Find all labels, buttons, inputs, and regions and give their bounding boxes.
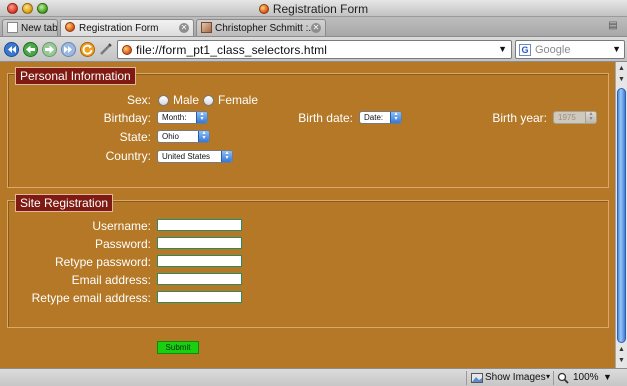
sex-radio-male[interactable] [158,95,169,106]
google-engine-icon[interactable]: G [519,44,531,56]
navigation-toolbar: file://form_pt1_class_selectors.html ▼ G… [0,37,627,62]
window-title: Registration Form [272,2,369,16]
window-titlebar: Registration Form [0,0,627,17]
tab-label: New tab [21,23,58,34]
email-input[interactable] [157,273,242,285]
scroll-up-arrow-icon[interactable]: ▲ [616,344,627,355]
country-select[interactable]: United States ▴ ▾ [157,150,233,163]
scroll-down-arrow-icon[interactable]: ▼ [616,74,627,85]
tab-bar: New tab Registration Form ✕ Christopher … [0,17,627,37]
retype-password-label: Retype password: [54,255,151,269]
password-input[interactable] [157,237,242,249]
show-images-toggle[interactable]: Show Images [485,372,546,383]
rewind-icon [3,41,19,57]
tab-label: Registration Form [79,23,159,34]
photo-icon [201,22,212,33]
stop-button[interactable] [98,41,114,57]
scroll-up-arrow-icon[interactable]: ▲ [616,63,627,74]
forward-arrow-icon [41,41,57,57]
birthday-month-select[interactable]: Month: ▴ ▾ [157,111,208,124]
state-select[interactable]: Ohio ▴ ▾ [157,130,210,143]
history-dropdown-icon[interactable]: ▼ [498,44,507,54]
firefox-icon [65,22,75,32]
birth-year-select[interactable]: 1975 ▴ ▾ [553,111,597,124]
scrollbar-thumb[interactable] [617,88,626,343]
status-divider [466,371,467,385]
zoom-magnifier-icon [557,372,569,384]
submit-button[interactable]: Submit [157,341,199,354]
scroll-down-arrow-icon[interactable]: ▼ [616,355,627,366]
search-bar[interactable]: G Google ▼ [515,40,625,59]
last-page-button[interactable] [60,41,76,57]
status-divider [553,371,554,385]
sex-label: Sex: [126,93,151,107]
page-content: Personal Information Sex: Male Female Bi… [0,62,615,368]
window-title-area: Registration Form [0,2,627,16]
status-bar: Show Images ▾ 100% ▼ [0,368,627,386]
sex-option-female: Female [218,93,259,107]
show-images-dropdown-icon[interactable]: ▾ [546,372,550,381]
zoom-dropdown-icon[interactable]: ▼ [603,372,612,382]
first-page-button[interactable] [3,41,19,57]
tab-christopher-schmitt[interactable]: Christopher Schmitt :... ✕ [196,19,326,36]
birth-year-value: 1975 [558,113,576,122]
username-label: Username: [92,219,151,233]
sex-radio-female[interactable] [203,95,214,106]
select-arrows-icon: ▴ ▾ [198,131,209,142]
select-arrows-icon: ▴ ▾ [196,112,207,123]
state-value: Ohio [162,132,179,141]
personal-information-legend: Personal Information [15,67,136,85]
reload-icon [79,41,95,57]
country-label: Country: [105,149,151,163]
vertical-scrollbar[interactable]: ▲ ▼ ▲ ▼ [615,62,627,368]
birth-date-label: Birth date: [298,111,353,125]
back-button[interactable] [22,41,38,57]
retype-password-input[interactable] [157,255,242,267]
password-label: Password: [94,237,151,251]
tab-label: Christopher Schmitt :... [215,23,317,34]
page-icon [7,22,18,33]
birthday-month-value: Month: [162,113,187,122]
search-dropdown-icon[interactable]: ▼ [612,44,621,54]
select-arrows-icon: ▴ ▾ [390,112,401,123]
username-input[interactable] [157,219,242,231]
image-icon [471,373,483,383]
state-label: State: [119,130,151,144]
address-bar[interactable]: file://form_pt1_class_selectors.html ▼ [117,40,512,59]
email-label: Email address: [71,273,151,287]
retype-email-input[interactable] [157,291,242,303]
sex-option-male: Male [173,93,200,107]
select-arrows-icon: ▴ ▾ [585,112,596,123]
address-bar-url: file://form_pt1_class_selectors.html [136,43,328,57]
birthday-label: Birthday: [103,111,151,125]
birth-date-select[interactable]: Date: ▴ ▾ [359,111,402,124]
retype-email-label: Retype email address: [31,291,151,305]
birth-date-value: Date: [364,113,384,122]
fast-forward-icon [60,41,76,57]
select-arrows-icon: ▴ ▾ [221,151,232,162]
birth-year-label: Birth year: [492,111,547,125]
country-value: United States [162,152,211,161]
firefox-icon [258,4,269,14]
tab-new-tab[interactable]: New tab [2,19,58,36]
edit-pencil-icon [100,43,112,55]
tab-list-menu-icon[interactable]: ▤ [605,20,621,33]
close-tab-icon[interactable]: ✕ [179,23,189,33]
tab-registration-form[interactable]: Registration Form ✕ [60,19,194,36]
forward-button[interactable] [41,41,57,57]
search-input[interactable]: Google [535,44,570,56]
zoom-level[interactable]: 100% [573,372,599,383]
close-tab-icon[interactable]: ✕ [311,23,321,33]
page-favicon [122,45,132,55]
site-registration-legend: Site Registration [15,194,114,212]
reload-button[interactable] [79,41,95,57]
back-arrow-icon [22,41,38,57]
